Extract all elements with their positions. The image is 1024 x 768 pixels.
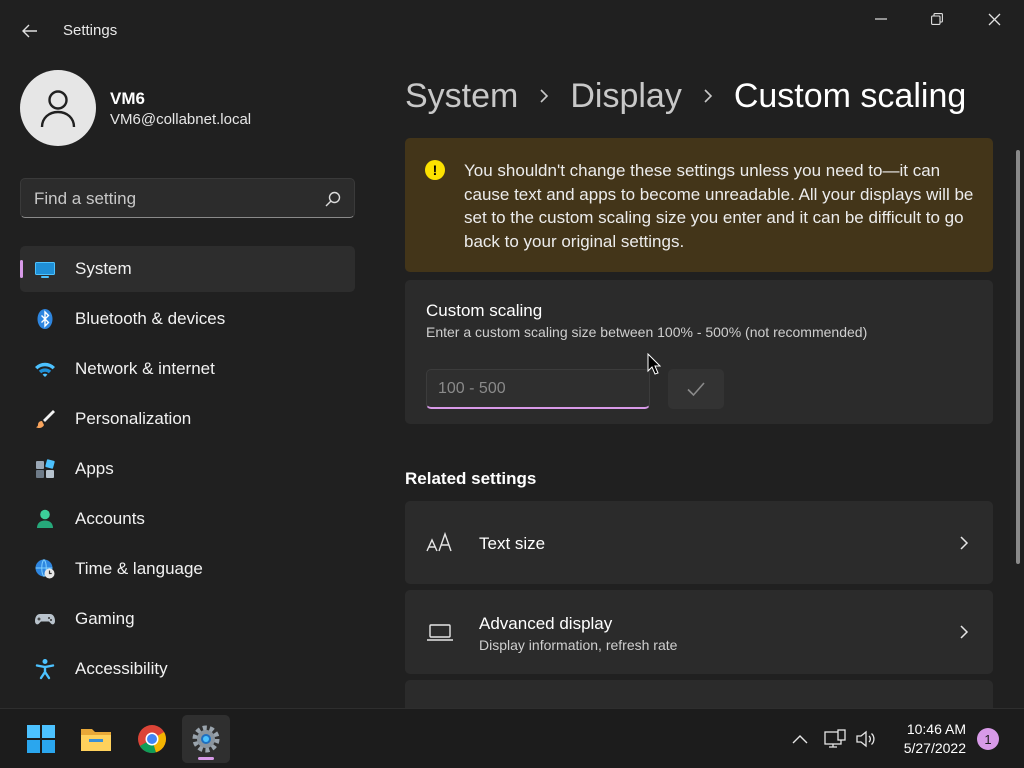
search-input[interactable]: Find a setting bbox=[20, 178, 355, 218]
sidebar-item-personalization[interactable]: Personalization bbox=[20, 396, 355, 442]
active-app-indicator bbox=[198, 757, 214, 760]
custom-scaling-card: Custom scaling Enter a custom scaling si… bbox=[405, 280, 993, 424]
warning-banner: ! You shouldn't change these settings un… bbox=[405, 138, 993, 272]
sidebar-item-apps[interactable]: Apps bbox=[20, 446, 355, 492]
active-indicator bbox=[20, 260, 23, 278]
restore-icon bbox=[931, 13, 943, 25]
text-size-link[interactable]: Text size bbox=[405, 501, 993, 584]
taskbar: 10:46 AM 5/27/2022 1 bbox=[0, 708, 1024, 768]
breadcrumb: System Display Custom scaling bbox=[405, 74, 966, 118]
notification-badge[interactable]: 1 bbox=[977, 728, 999, 750]
chevron-right-icon bbox=[704, 89, 712, 103]
settings-window: Settings VM6 VM6@collabnet.local Find a … bbox=[0, 0, 1024, 708]
settings-taskbar-button[interactable] bbox=[182, 715, 230, 763]
sidebar-item-label: Gaming bbox=[75, 609, 135, 628]
sidebar-item-accounts[interactable]: Accounts bbox=[20, 496, 355, 542]
bluetooth-icon bbox=[37, 309, 53, 329]
warning-text: You shouldn't change these settings unle… bbox=[464, 161, 974, 251]
user-icon bbox=[40, 90, 76, 128]
checkmark-icon bbox=[687, 382, 705, 397]
page-title: Custom scaling bbox=[733, 76, 967, 115]
scrollbar[interactable] bbox=[1016, 150, 1020, 564]
sidebar-item-label: System bbox=[75, 259, 132, 278]
apps-icon bbox=[36, 459, 55, 478]
sidebar-item-label: Accounts bbox=[75, 509, 145, 528]
back-arrow-icon bbox=[22, 24, 37, 38]
back-button[interactable] bbox=[14, 16, 46, 46]
sidebar-item-accessibility[interactable]: Accessibility bbox=[20, 646, 355, 692]
volume-icon bbox=[856, 730, 875, 748]
settings-icon bbox=[192, 725, 220, 753]
sidebar-item-label: Personalization bbox=[75, 409, 192, 428]
text-size-title: Text size bbox=[479, 534, 546, 553]
close-button[interactable] bbox=[971, 4, 1017, 34]
chrome-icon bbox=[138, 725, 166, 753]
warning-icon: ! bbox=[425, 160, 445, 180]
sidebar-item-time-language[interactable]: Time & language bbox=[20, 546, 355, 592]
clock-date: 5/27/2022 bbox=[903, 740, 966, 756]
gamepad-icon bbox=[35, 614, 55, 625]
minimize-icon bbox=[875, 18, 887, 20]
start-icon bbox=[27, 725, 55, 753]
content-area: ! You shouldn't change these settings un… bbox=[405, 138, 993, 708]
custom-scaling-description: Enter a custom scaling size between 100%… bbox=[426, 324, 868, 340]
related-setting-card[interactable] bbox=[405, 680, 993, 708]
sidebar-item-label: Apps bbox=[75, 459, 114, 478]
sidebar-item-label: Bluetooth & devices bbox=[75, 309, 226, 328]
file-explorer-button[interactable] bbox=[72, 715, 120, 763]
brush-icon bbox=[36, 410, 55, 429]
sidebar-item-system[interactable]: System bbox=[20, 246, 355, 292]
app-title: Settings bbox=[63, 22, 118, 39]
breadcrumb-system[interactable]: System bbox=[405, 77, 518, 116]
chevron-right-icon bbox=[960, 625, 969, 639]
sidebar-item-label: Accessibility bbox=[75, 659, 168, 678]
custom-scaling-input-field[interactable] bbox=[426, 369, 650, 409]
system-icon bbox=[35, 262, 55, 278]
network-status-button[interactable] bbox=[823, 727, 847, 751]
close-icon bbox=[988, 13, 1000, 25]
advanced-display-description: Display information, refresh rate bbox=[479, 637, 678, 653]
minimize-button[interactable] bbox=[858, 4, 904, 34]
user-name: VM6 bbox=[110, 89, 145, 108]
advanced-display-title: Advanced display bbox=[479, 614, 613, 633]
chevron-right-icon bbox=[540, 89, 549, 103]
start-button[interactable] bbox=[17, 715, 65, 763]
sidebar-item-label: Network & internet bbox=[75, 359, 215, 378]
breadcrumb-separator bbox=[696, 88, 720, 104]
clock-time: 10:46 AM bbox=[906, 721, 966, 737]
custom-scaling-input[interactable] bbox=[427, 370, 649, 407]
network-icon bbox=[824, 729, 846, 748]
sidebar-nav: System Bluetooth & devices Network & int… bbox=[20, 246, 355, 696]
related-settings-heading: Related settings bbox=[405, 469, 537, 488]
user-email: VM6@collabnet.local bbox=[110, 111, 252, 128]
sidebar-item-label: Time & language bbox=[75, 559, 203, 578]
sidebar-item-gaming[interactable]: Gaming bbox=[20, 596, 355, 642]
accounts-icon bbox=[37, 509, 53, 528]
chrome-button[interactable] bbox=[128, 715, 176, 763]
laptop-icon bbox=[427, 624, 453, 641]
chevron-up-icon bbox=[792, 735, 808, 744]
text-size-icon bbox=[426, 531, 452, 552]
restore-button[interactable] bbox=[914, 4, 960, 34]
sidebar-item-network[interactable]: Network & internet bbox=[20, 346, 355, 392]
apply-scaling-button[interactable] bbox=[668, 369, 724, 409]
mouse-cursor-icon bbox=[647, 353, 661, 375]
custom-scaling-title: Custom scaling bbox=[426, 301, 543, 320]
show-hidden-icons-button[interactable] bbox=[788, 727, 812, 751]
chevron-right-icon bbox=[960, 536, 969, 550]
breadcrumb-separator bbox=[532, 88, 556, 104]
file-explorer-icon bbox=[81, 729, 111, 751]
search-icon[interactable] bbox=[324, 190, 342, 208]
volume-button[interactable] bbox=[854, 727, 878, 751]
taskbar-clock[interactable]: 10:46 AM 5/27/2022 bbox=[904, 720, 966, 758]
accessibility-icon bbox=[35, 659, 55, 680]
search-placeholder: Find a setting bbox=[34, 189, 137, 208]
advanced-display-link[interactable]: Advanced display Display information, re… bbox=[405, 590, 993, 674]
sidebar-item-bluetooth[interactable]: Bluetooth & devices bbox=[20, 296, 355, 342]
avatar[interactable] bbox=[20, 70, 96, 146]
globe-clock-icon bbox=[35, 559, 55, 579]
wifi-icon bbox=[35, 362, 55, 377]
breadcrumb-display[interactable]: Display bbox=[570, 77, 681, 116]
